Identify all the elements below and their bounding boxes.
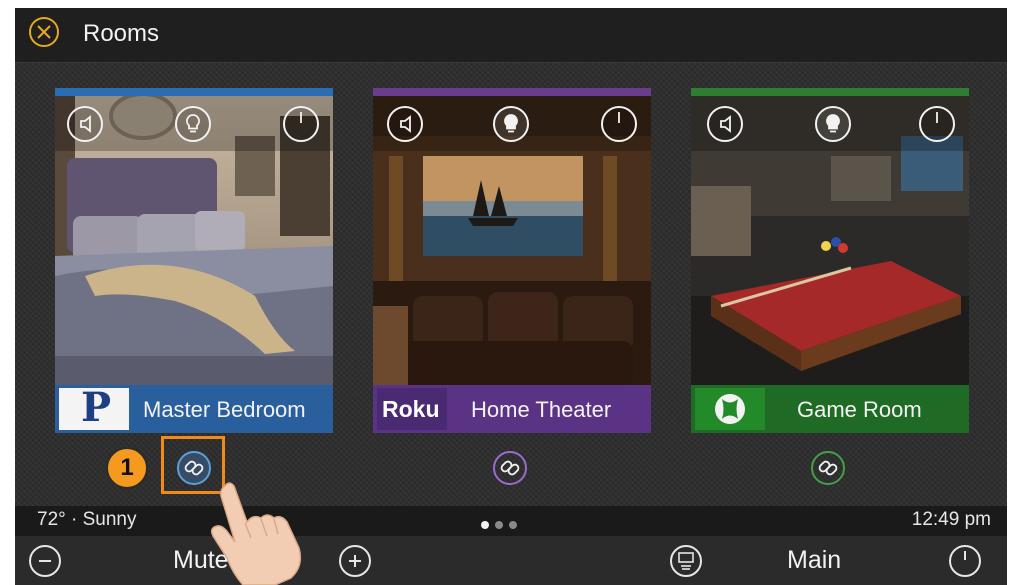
roku-logo: Roku bbox=[377, 388, 447, 430]
rooms-screen: Rooms P Master Bedroom Roku Home Theater… bbox=[15, 8, 1007, 585]
power-icon bbox=[300, 112, 302, 123]
room-card-game-room[interactable]: Game Room bbox=[691, 88, 969, 433]
volume-button[interactable] bbox=[707, 106, 743, 142]
link-icon bbox=[500, 460, 520, 476]
power-button[interactable] bbox=[283, 106, 319, 142]
sources-button[interactable] bbox=[670, 545, 702, 577]
room-label-bar: P Master Bedroom bbox=[55, 384, 333, 433]
lights-button[interactable] bbox=[175, 106, 211, 142]
page-dot[interactable] bbox=[481, 521, 489, 529]
pointing-hand-icon bbox=[210, 482, 302, 585]
card-accent-bar bbox=[691, 88, 969, 96]
speaker-icon bbox=[80, 115, 91, 133]
monitor-icon bbox=[678, 552, 694, 570]
power-icon bbox=[618, 112, 620, 123]
room-controls bbox=[691, 96, 969, 151]
page-dot[interactable] bbox=[495, 521, 503, 529]
power-button[interactable] bbox=[601, 106, 637, 142]
page-dot[interactable] bbox=[509, 521, 517, 529]
room-card-master-bedroom[interactable]: P Master Bedroom bbox=[55, 88, 333, 433]
pandora-logo: P bbox=[59, 384, 129, 431]
step-number-badge: 1 bbox=[106, 447, 148, 489]
volume-button[interactable] bbox=[387, 106, 423, 142]
speaker-icon bbox=[720, 115, 731, 133]
lightbulb-icon bbox=[504, 114, 518, 133]
room-label-bar: Game Room bbox=[691, 385, 969, 433]
room-controls bbox=[55, 96, 333, 151]
power-button[interactable] bbox=[919, 106, 955, 142]
power-icon bbox=[964, 551, 966, 560]
plus-icon bbox=[349, 555, 361, 567]
main-source-label[interactable]: Main bbox=[787, 546, 841, 575]
lightbulb-icon bbox=[186, 114, 200, 133]
room-card-home-theater[interactable]: Roku Home Theater bbox=[373, 88, 651, 433]
page-title: Rooms bbox=[83, 20, 160, 47]
volume-button[interactable] bbox=[67, 106, 103, 142]
room-name: Home Theater bbox=[471, 397, 612, 422]
volume-up-button[interactable] bbox=[339, 545, 371, 577]
bottom-control-bar: Mute Main bbox=[15, 536, 1007, 585]
card-accent-bar bbox=[55, 88, 333, 96]
card-accent-bar bbox=[373, 88, 651, 96]
minus-icon bbox=[39, 560, 51, 562]
room-name: Master Bedroom bbox=[143, 397, 306, 422]
xbox-icon bbox=[695, 388, 765, 430]
lights-button[interactable] bbox=[815, 106, 851, 142]
volume-down-button[interactable] bbox=[29, 545, 61, 577]
weather-readout: 72° · Sunny bbox=[37, 509, 137, 530]
link-room-button-home-theater[interactable] bbox=[493, 451, 527, 485]
link-icon bbox=[818, 460, 838, 476]
lightbulb-icon bbox=[826, 114, 840, 133]
lights-button[interactable] bbox=[493, 106, 529, 142]
room-name: Game Room bbox=[797, 397, 922, 422]
clock: 12:49 pm bbox=[911, 509, 991, 530]
close-icon bbox=[37, 25, 51, 39]
close-button[interactable] bbox=[29, 17, 59, 47]
system-power-button[interactable] bbox=[949, 545, 981, 577]
room-controls bbox=[373, 96, 651, 151]
power-icon bbox=[936, 112, 938, 123]
link-room-button-game-room[interactable] bbox=[811, 451, 845, 485]
speaker-icon bbox=[400, 115, 411, 133]
status-bar: 72° · Sunny 12:49 pm bbox=[15, 506, 1007, 536]
page-indicator bbox=[481, 516, 523, 534]
room-label-bar: Roku Home Theater bbox=[373, 385, 651, 433]
header-bar: Rooms bbox=[15, 8, 1007, 63]
